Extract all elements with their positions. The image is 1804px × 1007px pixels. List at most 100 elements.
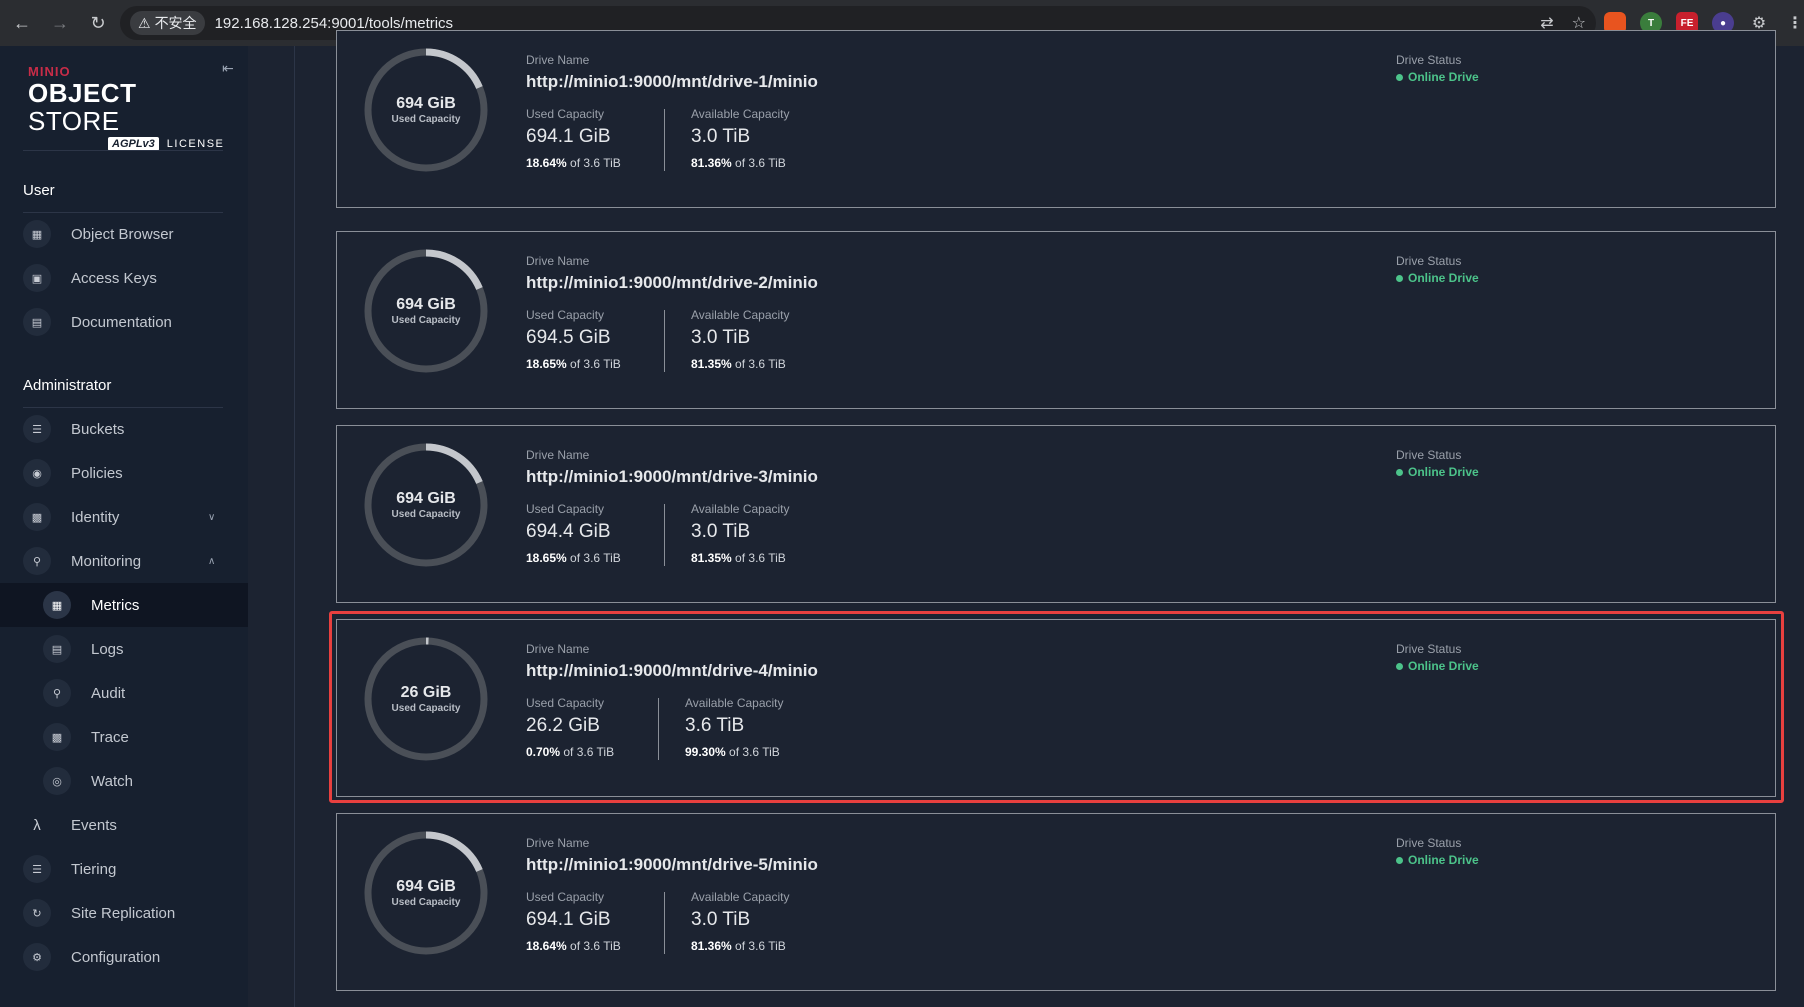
drive-name-label: Drive Name bbox=[526, 53, 590, 67]
sidebar-item-object-browser[interactable]: ▦ Object Browser bbox=[0, 212, 248, 256]
forward-icon[interactable]: → bbox=[42, 5, 78, 41]
sidebar-item-documentation[interactable]: ▤ Documentation bbox=[0, 300, 248, 344]
events-icon: λ bbox=[33, 816, 41, 834]
drive-card: 694 GiB Used Capacity Drive Name http://… bbox=[336, 231, 1776, 409]
donut-center: 694 GiB Used Capacity bbox=[361, 246, 491, 376]
used-capacity-label: Used Capacity bbox=[526, 308, 605, 322]
chevron-down-icon[interactable]: ∨ bbox=[208, 512, 215, 523]
available-capacity-percent: 81.36% of 3.6 TiB bbox=[691, 156, 786, 170]
used-capacity-label: Used Capacity bbox=[526, 107, 605, 121]
policies-icon: ◉ bbox=[23, 459, 51, 487]
capacity-divider bbox=[664, 504, 665, 566]
logo-brand: MINIO bbox=[28, 64, 71, 79]
back-icon[interactable]: ← bbox=[4, 5, 40, 41]
minio-logo: MINIO OBJECT STORE AGPLv3 LICENSE bbox=[28, 64, 228, 174]
sidebar-item-events[interactable]: λ Events bbox=[0, 803, 248, 847]
donut-caption: Used Capacity bbox=[391, 897, 461, 908]
drive-status-label: Drive Status bbox=[1396, 448, 1462, 462]
sidebar-item-label: Site Replication bbox=[71, 904, 176, 922]
collapse-sidebar-icon[interactable]: ⇤ bbox=[222, 60, 234, 77]
sidebar-item-policies[interactable]: ◉ Policies bbox=[0, 451, 248, 495]
section-user: User bbox=[23, 182, 55, 199]
donut-value: 694 GiB bbox=[396, 490, 456, 507]
drive-status: Online Drive bbox=[1396, 465, 1479, 479]
warning-icon: ⚠ bbox=[138, 14, 151, 31]
sidebar-item-label: Policies bbox=[71, 464, 123, 482]
sidebar-item-label: Metrics bbox=[91, 596, 140, 614]
chevron-up-icon[interactable]: ∧ bbox=[208, 556, 215, 567]
security-indicator[interactable]: ⚠ 不安全 bbox=[130, 11, 205, 35]
donut-caption: Used Capacity bbox=[391, 315, 461, 326]
available-capacity-value: 3.0 TiB bbox=[691, 521, 751, 542]
donut-caption: Used Capacity bbox=[391, 509, 461, 520]
sidebar-item-label: Configuration bbox=[71, 948, 161, 966]
available-capacity-label: Available Capacity bbox=[691, 107, 790, 121]
url-text[interactable]: 192.168.128.254:9001/tools/metrics bbox=[215, 15, 454, 32]
sidebar-item-label: Tiering bbox=[71, 860, 117, 878]
drive-card: 694 GiB Used Capacity Drive Name http://… bbox=[336, 813, 1776, 991]
drive-name-label: Drive Name bbox=[526, 254, 590, 268]
drive-status: Online Drive bbox=[1396, 853, 1479, 867]
drive-card: 694 GiB Used Capacity Drive Name http://… bbox=[336, 425, 1776, 603]
used-capacity-label: Used Capacity bbox=[526, 502, 605, 516]
divider bbox=[23, 150, 223, 151]
used-capacity-percent: 18.65% of 3.6 TiB bbox=[526, 357, 621, 371]
capacity-divider bbox=[664, 310, 665, 372]
logo-title: OBJECT STORE bbox=[28, 78, 137, 136]
content-border bbox=[294, 46, 295, 1007]
sidebar-item-tiering[interactable]: ☰ Tiering bbox=[0, 847, 248, 891]
drive-status-label: Drive Status bbox=[1396, 254, 1462, 268]
available-capacity-label: Available Capacity bbox=[691, 502, 790, 516]
available-capacity-percent: 81.35% of 3.6 TiB bbox=[691, 551, 786, 565]
available-capacity-label: Available Capacity bbox=[691, 308, 790, 322]
documentation-icon: ▤ bbox=[23, 308, 51, 336]
highlight-box bbox=[329, 611, 1784, 803]
sidebar-item-monitoring[interactable]: ⚲ Monitoring ∧ bbox=[0, 539, 248, 583]
available-capacity-value: 3.0 TiB bbox=[691, 327, 751, 348]
sidebar-item-buckets[interactable]: ☰ Buckets bbox=[0, 407, 248, 451]
reload-icon[interactable]: ↻ bbox=[80, 5, 116, 41]
main-content: 694 GiB Used Capacity Drive Name http://… bbox=[248, 30, 1804, 1007]
available-capacity-percent: 81.36% of 3.6 TiB bbox=[691, 939, 786, 953]
drive-name: http://minio1:9000/mnt/drive-5/minio bbox=[526, 855, 818, 874]
license-label: LICENSE bbox=[166, 138, 225, 150]
capacity-divider bbox=[664, 892, 665, 954]
drive-name: http://minio1:9000/mnt/drive-1/minio bbox=[526, 72, 818, 91]
sidebar-item-metrics[interactable]: ▦ Metrics bbox=[0, 583, 248, 627]
drive-status-label: Drive Status bbox=[1396, 53, 1462, 67]
browser-menu-icon[interactable]: ⋮ bbox=[1784, 12, 1804, 34]
trace-icon: ▩ bbox=[43, 723, 71, 751]
available-capacity-value: 3.0 TiB bbox=[691, 909, 751, 930]
used-capacity-value: 694.1 GiB bbox=[526, 126, 611, 147]
donut-value: 694 GiB bbox=[396, 95, 456, 112]
sidebar-item-site-replication[interactable]: ↻ Site Replication bbox=[0, 891, 248, 935]
sidebar-item-access-keys[interactable]: ▣ Access Keys bbox=[0, 256, 248, 300]
sidebar-item-label: Documentation bbox=[71, 313, 172, 331]
sidebar-item-configuration[interactable]: ⚙ Configuration bbox=[0, 935, 248, 979]
sidebar-item-trace[interactable]: ▩ Trace bbox=[0, 715, 248, 759]
sidebar-item-audit[interactable]: ⚲ Audit bbox=[0, 671, 248, 715]
sidebar-item-label: Audit bbox=[91, 684, 126, 702]
used-capacity-value: 694.4 GiB bbox=[526, 521, 611, 542]
agpl-badge: AGPLv3 bbox=[108, 137, 159, 151]
drive-name: http://minio1:9000/mnt/drive-3/minio bbox=[526, 467, 818, 486]
tiering-icon: ☰ bbox=[23, 855, 51, 883]
used-capacity-percent: 18.64% of 3.6 TiB bbox=[526, 156, 621, 170]
status-dot-icon bbox=[1396, 73, 1403, 81]
drive-status: Online Drive bbox=[1396, 70, 1479, 84]
drive-name: http://minio1:9000/mnt/drive-2/minio bbox=[526, 273, 818, 292]
sidebar-item-identity[interactable]: ▩ Identity ∨ bbox=[0, 495, 248, 539]
site-replication-icon: ↻ bbox=[23, 899, 51, 927]
used-capacity-label: Used Capacity bbox=[526, 890, 605, 904]
sidebar-item-label: Buckets bbox=[71, 420, 125, 438]
access-keys-icon: ▣ bbox=[23, 264, 51, 292]
sidebar-item-label: Object Browser bbox=[71, 225, 174, 243]
drive-status-label: Drive Status bbox=[1396, 836, 1462, 850]
sidebar-item-logs[interactable]: ▤ Logs bbox=[0, 627, 248, 671]
used-capacity-percent: 18.64% of 3.6 TiB bbox=[526, 939, 621, 953]
available-capacity-percent: 81.35% of 3.6 TiB bbox=[691, 357, 786, 371]
buckets-icon: ☰ bbox=[23, 415, 51, 443]
sidebar-item-watch[interactable]: ◎ Watch bbox=[0, 759, 248, 803]
watch-icon: ◎ bbox=[43, 767, 71, 795]
status-dot-icon bbox=[1396, 856, 1403, 864]
